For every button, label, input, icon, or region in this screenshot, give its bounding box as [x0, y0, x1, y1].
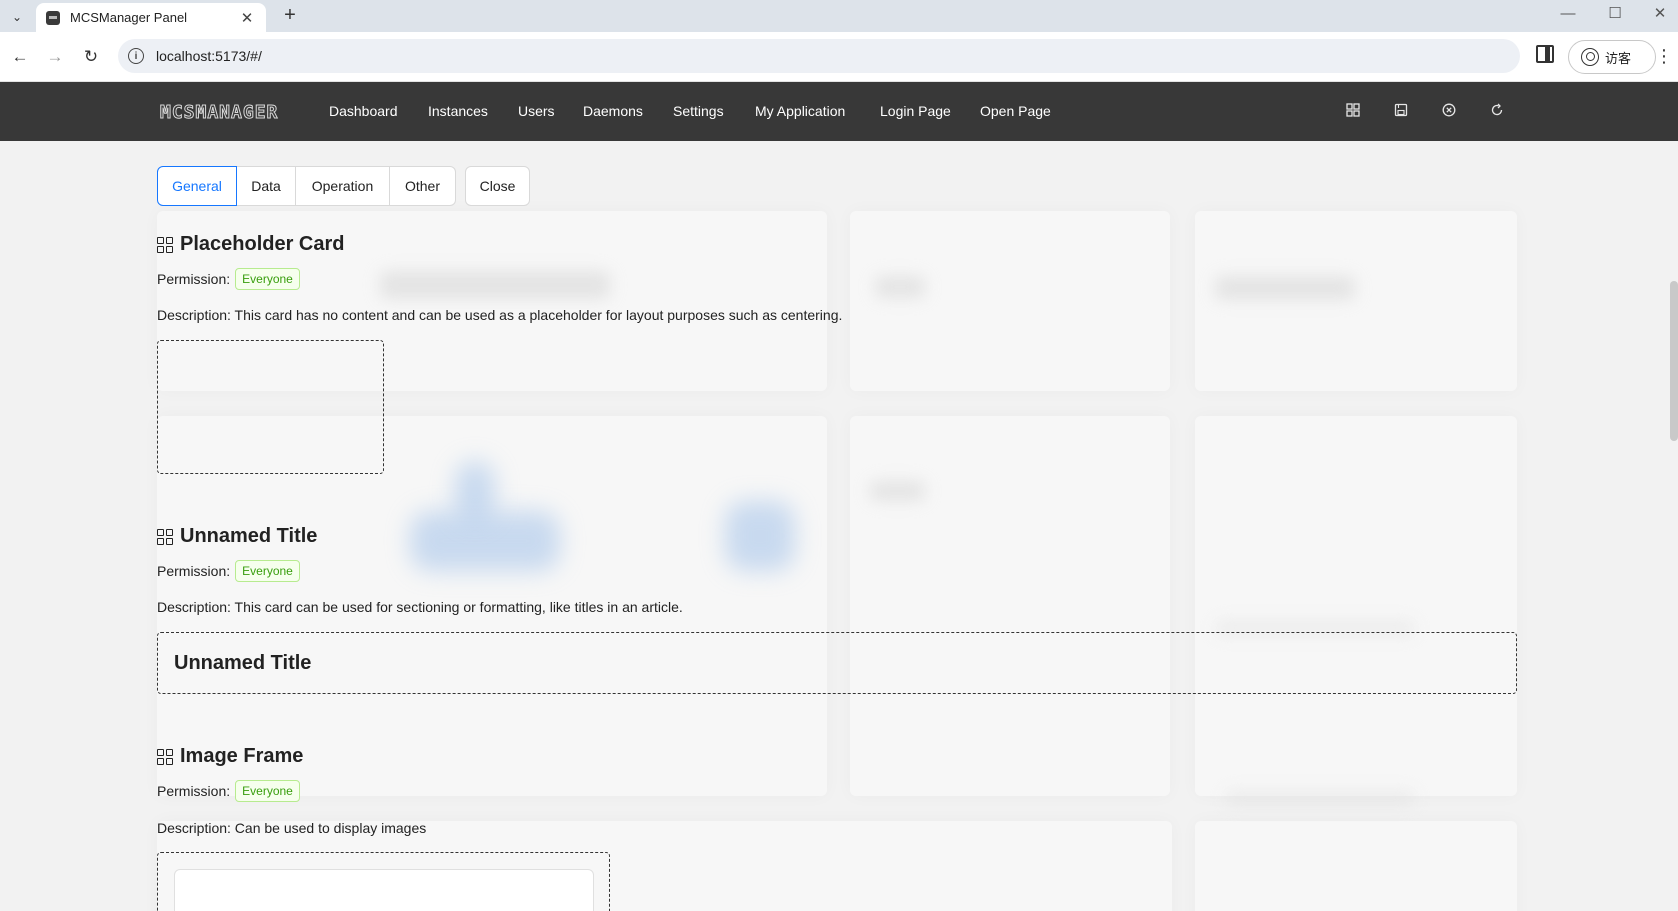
placeholder-card-preview[interactable] [157, 340, 384, 474]
backdrop-card [850, 416, 1170, 796]
section-description: Description: Can be used to display imag… [157, 820, 427, 836]
tab-close-icon[interactable]: ✕ [238, 9, 256, 27]
browser-tab[interactable]: MCSManager Panel ✕ [36, 3, 266, 32]
card-category-tabs: General Data Operation Other Close [157, 166, 530, 206]
nav-instances[interactable]: Instances [428, 103, 488, 119]
layout-grid-icon[interactable] [1345, 103, 1361, 119]
section-title-unnamed-title[interactable]: Unnamed Title [157, 525, 317, 548]
tab-data[interactable]: Data [237, 166, 296, 206]
permission-badge: Everyone [235, 560, 300, 582]
save-icon[interactable] [1393, 103, 1409, 119]
side-panel-icon[interactable] [1536, 45, 1554, 63]
tab-search-chevron-icon[interactable]: ⌄ [6, 6, 28, 28]
nav-my-application[interactable]: My Application [755, 103, 845, 119]
nav-open-page[interactable]: Open Page [980, 103, 1051, 119]
favicon-icon [46, 10, 60, 25]
page-scrollbar[interactable] [1670, 281, 1678, 441]
unnamed-title-card-preview[interactable]: Unnamed Title [157, 632, 1517, 694]
unnamed-title-preview-text: Unnamed Title [174, 652, 312, 674]
close-circle-icon[interactable] [1441, 103, 1457, 119]
permission-label: Permission: [157, 563, 231, 579]
nav-login-page[interactable]: Login Page [880, 103, 951, 119]
permission-row: Permission: Everyone [157, 780, 300, 802]
nav-dashboard[interactable]: Dashboard [329, 103, 398, 119]
image-frame-card-preview[interactable] [157, 852, 610, 911]
appstore-icon [157, 748, 173, 765]
reload-page-icon[interactable]: ↻ [78, 44, 104, 70]
blurred-value [380, 271, 610, 299]
appstore-icon [157, 528, 173, 545]
blurred-chart [410, 511, 560, 571]
section-description: Description: This card can be used for s… [157, 599, 683, 615]
window-close-icon[interactable]: ✕ [1640, 2, 1678, 26]
nav-users[interactable]: Users [518, 103, 555, 119]
permission-badge: Everyone [235, 780, 300, 802]
blurred-chart [725, 501, 795, 571]
reload-icon[interactable] [1489, 103, 1505, 119]
backdrop-card [1195, 416, 1517, 796]
permission-row: Permission: Everyone [157, 268, 300, 290]
profile-label: 访客 [1605, 50, 1632, 66]
blurred-value [1215, 276, 1355, 300]
section-title-placeholder-card[interactable]: Placeholder Card [157, 233, 345, 256]
blurred-value [875, 276, 925, 298]
backdrop-card [1195, 821, 1517, 911]
permission-badge: Everyone [235, 268, 300, 290]
image-frame-placeholder [174, 869, 594, 911]
app-header: MCSMANAGER Dashboard Instances Users Dae… [0, 82, 1678, 141]
address-bar[interactable]: i localhost:5173/#/ [118, 39, 1520, 73]
profile-button[interactable]: 访客 [1568, 40, 1656, 74]
url-text: localhost:5173/#/ [156, 48, 262, 64]
mcsmanager-logo[interactable]: MCSMANAGER [159, 102, 278, 124]
section-description: Description: This card has no content an… [157, 307, 843, 323]
close-button[interactable]: Close [465, 166, 530, 206]
tab-other[interactable]: Other [390, 166, 456, 206]
permission-label: Permission: [157, 271, 231, 287]
maximize-icon[interactable]: ☐ [1595, 2, 1635, 26]
tab-operation[interactable]: Operation [296, 166, 390, 206]
appstore-icon [157, 236, 173, 253]
back-arrow-icon[interactable]: ← [7, 44, 33, 70]
tab-general[interactable]: General [157, 166, 237, 206]
section-title-text: Unnamed Title [180, 525, 318, 547]
permission-row: Permission: Everyone [157, 560, 300, 582]
new-tab-plus-icon[interactable]: + [278, 4, 302, 27]
section-title-image-frame[interactable]: Image Frame [157, 745, 303, 768]
more-menu-icon[interactable]: ⋮ [1655, 44, 1673, 68]
browser-tab-strip: ⌄ MCSManager Panel ✕ + — ☐ ✕ [0, 0, 1678, 32]
site-info-icon[interactable]: i [128, 48, 144, 64]
nav-settings[interactable]: Settings [673, 103, 724, 119]
forward-arrow-icon[interactable]: → [42, 44, 68, 70]
browser-toolbar: ← → ↻ i localhost:5173/#/ 访客 ⋮ [0, 32, 1678, 82]
profile-avatar-icon [1581, 48, 1599, 66]
permission-label: Permission: [157, 783, 231, 799]
tab-title: MCSManager Panel [70, 10, 188, 25]
backdrop-card [1195, 211, 1517, 391]
blurred-value [870, 481, 925, 501]
section-title-text: Image Frame [180, 745, 304, 767]
backdrop-card [850, 211, 1170, 391]
blurred-text [1225, 791, 1415, 805]
nav-daemons[interactable]: Daemons [583, 103, 643, 119]
blurred-chart [455, 461, 495, 521]
section-title-text: Placeholder Card [180, 233, 345, 255]
minimize-icon[interactable]: — [1548, 2, 1588, 26]
